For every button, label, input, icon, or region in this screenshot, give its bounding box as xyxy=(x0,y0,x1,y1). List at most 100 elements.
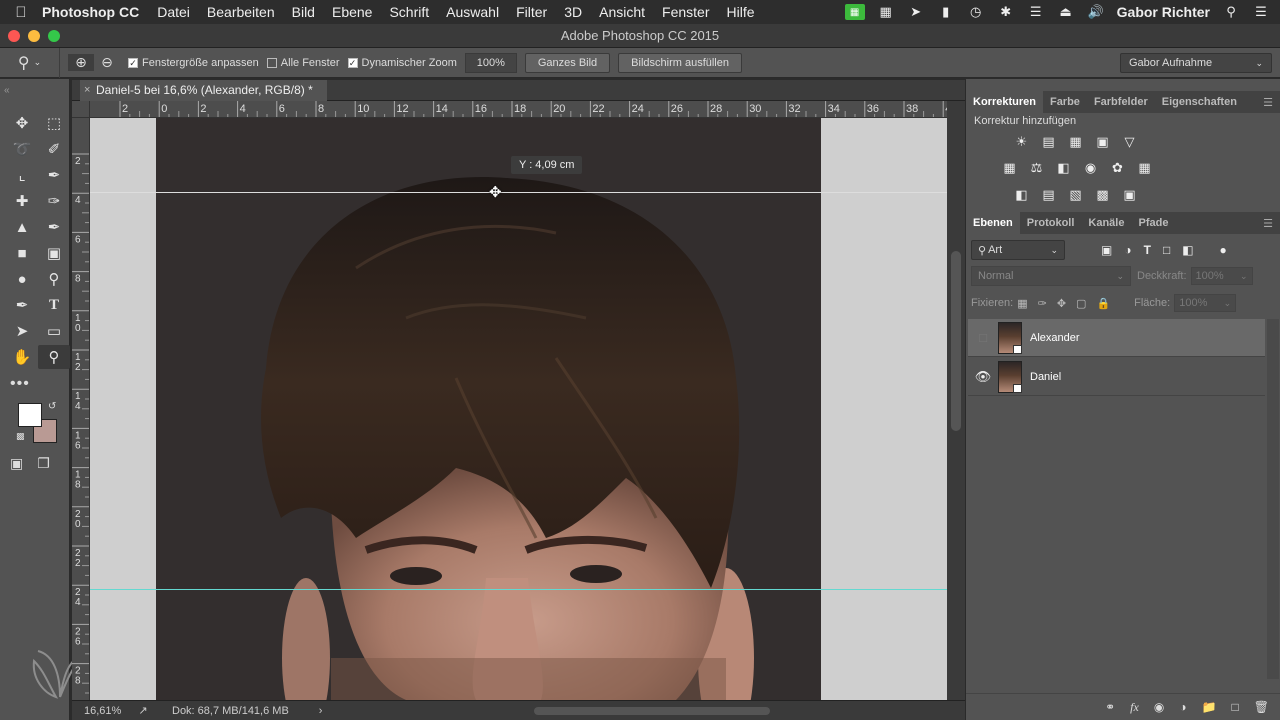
new-layer-icon[interactable]: □ xyxy=(1232,700,1239,714)
pen-tool-icon[interactable]: ✒ xyxy=(6,293,38,317)
tray-clock-icon[interactable]: ◷ xyxy=(967,4,985,19)
tray-grid-icon[interactable]: ▦ xyxy=(877,4,895,19)
filter-smart-object-icon[interactable]: ◧ xyxy=(1182,243,1193,257)
more-tools-icon[interactable]: ••• xyxy=(10,375,30,393)
selective-color-icon[interactable]: ▩ xyxy=(1094,186,1111,203)
panel-menu-icon[interactable]: ☰ xyxy=(1263,96,1273,109)
posterize-icon[interactable]: ▤ xyxy=(1040,186,1057,203)
brush-tool-icon[interactable]: ✑ xyxy=(38,189,70,213)
healing-brush-tool-icon[interactable]: ✚ xyxy=(6,189,38,213)
menu-auswahl[interactable]: Auswahl xyxy=(446,4,499,20)
tool-preset-picker[interactable]: ⚲ ⌄ xyxy=(0,47,60,78)
workspace-select[interactable]: Gabor Aufnahme ⌄ xyxy=(1120,53,1272,73)
tab-kanaele[interactable]: Kanäle xyxy=(1081,212,1131,234)
filter-pixel-icon[interactable]: ▣ xyxy=(1101,243,1112,257)
horizontal-guide[interactable] xyxy=(90,589,947,590)
menu-ansicht[interactable]: Ansicht xyxy=(599,4,645,20)
window-close-button[interactable] xyxy=(8,30,20,42)
filter-type-icon[interactable]: T xyxy=(1144,243,1151,257)
status-zoom[interactable]: 16,61% xyxy=(72,705,128,717)
status-menu-chevron-icon[interactable]: › xyxy=(319,705,323,717)
tab-ebenen[interactable]: Ebenen xyxy=(966,212,1020,234)
horizontal-ruler[interactable]: 20246810121416182022242628303234363840 xyxy=(90,101,947,118)
swap-colors-icon[interactable]: ↺ xyxy=(48,401,56,412)
path-selection-tool-icon[interactable]: ➤ xyxy=(6,319,38,343)
add-mask-icon[interactable]: ◉ xyxy=(1154,700,1164,714)
trash-icon[interactable]: 🗑 xyxy=(1254,700,1269,714)
tray-app-icon[interactable]: ▦ xyxy=(844,4,865,20)
menu-3d[interactable]: 3D xyxy=(564,4,582,20)
eraser-tool-icon[interactable]: ■ xyxy=(6,241,38,265)
tab-eigenschaften[interactable]: Eigenschaften xyxy=(1155,91,1244,113)
window-zoom-button[interactable] xyxy=(48,30,60,42)
blur-tool-icon[interactable]: ● xyxy=(6,267,38,291)
layer-style-fx-icon[interactable]: fx xyxy=(1130,700,1139,715)
close-icon[interactable]: × xyxy=(84,80,90,101)
horizontal-guide-selected[interactable] xyxy=(90,192,947,193)
panel-menu-icon[interactable]: ☰ xyxy=(1263,217,1273,230)
tab-protokoll[interactable]: Protokoll xyxy=(1020,212,1082,234)
fit-window-checkbox[interactable]: ✓ Fenstergröße anpassen xyxy=(128,57,259,69)
menu-ebene[interactable]: Ebene xyxy=(332,4,372,20)
default-colors-icon[interactable]: ▩ xyxy=(16,431,25,442)
menu-hilfe[interactable]: Hilfe xyxy=(727,4,755,20)
fill-field[interactable]: 100% ⌄ xyxy=(1174,294,1237,312)
link-layers-icon[interactable]: ⚭ xyxy=(1105,700,1115,714)
clone-stamp-tool-icon[interactable]: ▲ xyxy=(6,215,38,239)
bluetooth-icon[interactable]: ✱ xyxy=(997,4,1015,19)
scrubby-zoom-checkbox[interactable]: ✓ Dynamischer Zoom xyxy=(347,57,457,69)
photo-filter-icon[interactable]: ◉ xyxy=(1082,159,1099,176)
fill-screen-button[interactable]: Bildschirm ausfüllen xyxy=(618,52,742,73)
dodge-tool-icon[interactable]: ⚲ xyxy=(38,267,70,291)
new-group-folder-icon[interactable]: 📁 xyxy=(1202,700,1217,714)
hue-saturation-icon[interactable]: ▦ xyxy=(1001,159,1018,176)
rectangle-tool-icon[interactable]: ▭ xyxy=(38,319,70,343)
filter-adjustment-icon[interactable]: ◑ xyxy=(1124,243,1131,257)
eject-icon[interactable]: ⏏ xyxy=(1057,4,1075,19)
canvas-area[interactable]: Y : 4,09 cm ✥ xyxy=(90,118,947,700)
quick-selection-tool-icon[interactable]: ✐ xyxy=(38,137,70,161)
tab-farbe[interactable]: Farbe xyxy=(1043,91,1087,113)
apple-icon[interactable]:  xyxy=(0,4,42,21)
history-brush-tool-icon[interactable]: ✒ xyxy=(38,215,70,239)
spotlight-search-icon[interactable]: ⚲ xyxy=(1222,4,1240,19)
lock-transparent-icon[interactable]: ▦ xyxy=(1017,297,1027,310)
ruler-origin[interactable] xyxy=(72,101,90,118)
menu-bild[interactable]: Bild xyxy=(292,4,315,20)
eyedropper-tool-icon[interactable]: ✒ xyxy=(38,163,70,187)
exposure-icon[interactable]: ▣ xyxy=(1094,133,1111,150)
color-lookup-icon[interactable]: ▦ xyxy=(1136,159,1153,176)
quick-mask-icon[interactable]: ▣ xyxy=(10,455,23,472)
wifi-icon[interactable]: ☰ xyxy=(1027,4,1045,19)
tab-korrekturen[interactable]: Korrekturen xyxy=(966,91,1043,113)
blend-mode-select[interactable]: Normal ⌄ xyxy=(971,266,1131,286)
menu-filter[interactable]: Filter xyxy=(516,4,547,20)
share-icon[interactable]: ↗ xyxy=(128,704,158,717)
menu-schrift[interactable]: Schrift xyxy=(389,4,429,20)
layer-kind-filter[interactable]: ⚲ Art ⌄ xyxy=(971,240,1065,260)
hand-tool-icon[interactable]: ✋ xyxy=(6,345,38,369)
filter-toggle-icon[interactable]: ● xyxy=(1220,243,1227,257)
lock-artboard-icon[interactable]: ▢ xyxy=(1076,297,1086,310)
fit-screen-button[interactable]: Ganzes Bild xyxy=(524,52,611,73)
user-name[interactable]: Gabor Richter xyxy=(1117,4,1210,20)
window-minimize-button[interactable] xyxy=(28,30,40,42)
menu-datei[interactable]: Datei xyxy=(157,4,190,20)
channel-mixer-icon[interactable]: ✿ xyxy=(1109,159,1126,176)
vertical-ruler[interactable]: 246810121416182022242628 xyxy=(72,118,90,700)
notification-list-icon[interactable]: ☰ xyxy=(1252,4,1270,19)
menu-app-name[interactable]: Photoshop CC xyxy=(42,4,139,20)
lock-pixels-icon[interactable]: ✑ xyxy=(1038,297,1047,310)
zoom-out-icon[interactable]: ⊖ xyxy=(94,54,120,71)
menu-fenster[interactable]: Fenster xyxy=(662,4,709,20)
invert-icon[interactable]: ◧ xyxy=(1013,186,1030,203)
curves-icon[interactable]: ▦ xyxy=(1067,133,1084,150)
horizontal-scroll-thumb[interactable] xyxy=(534,707,770,715)
levels-icon[interactable]: ▤ xyxy=(1040,133,1057,150)
tray-forward-icon[interactable]: ➤ xyxy=(907,4,925,19)
move-tool-icon[interactable]: ✥ xyxy=(6,111,38,135)
panel-collapse-icon[interactable]: « xyxy=(4,85,10,96)
opacity-field[interactable]: 100% ⌄ xyxy=(1190,267,1253,285)
black-white-icon[interactable]: ◧ xyxy=(1055,159,1072,176)
vertical-scroll-thumb[interactable] xyxy=(951,251,961,431)
